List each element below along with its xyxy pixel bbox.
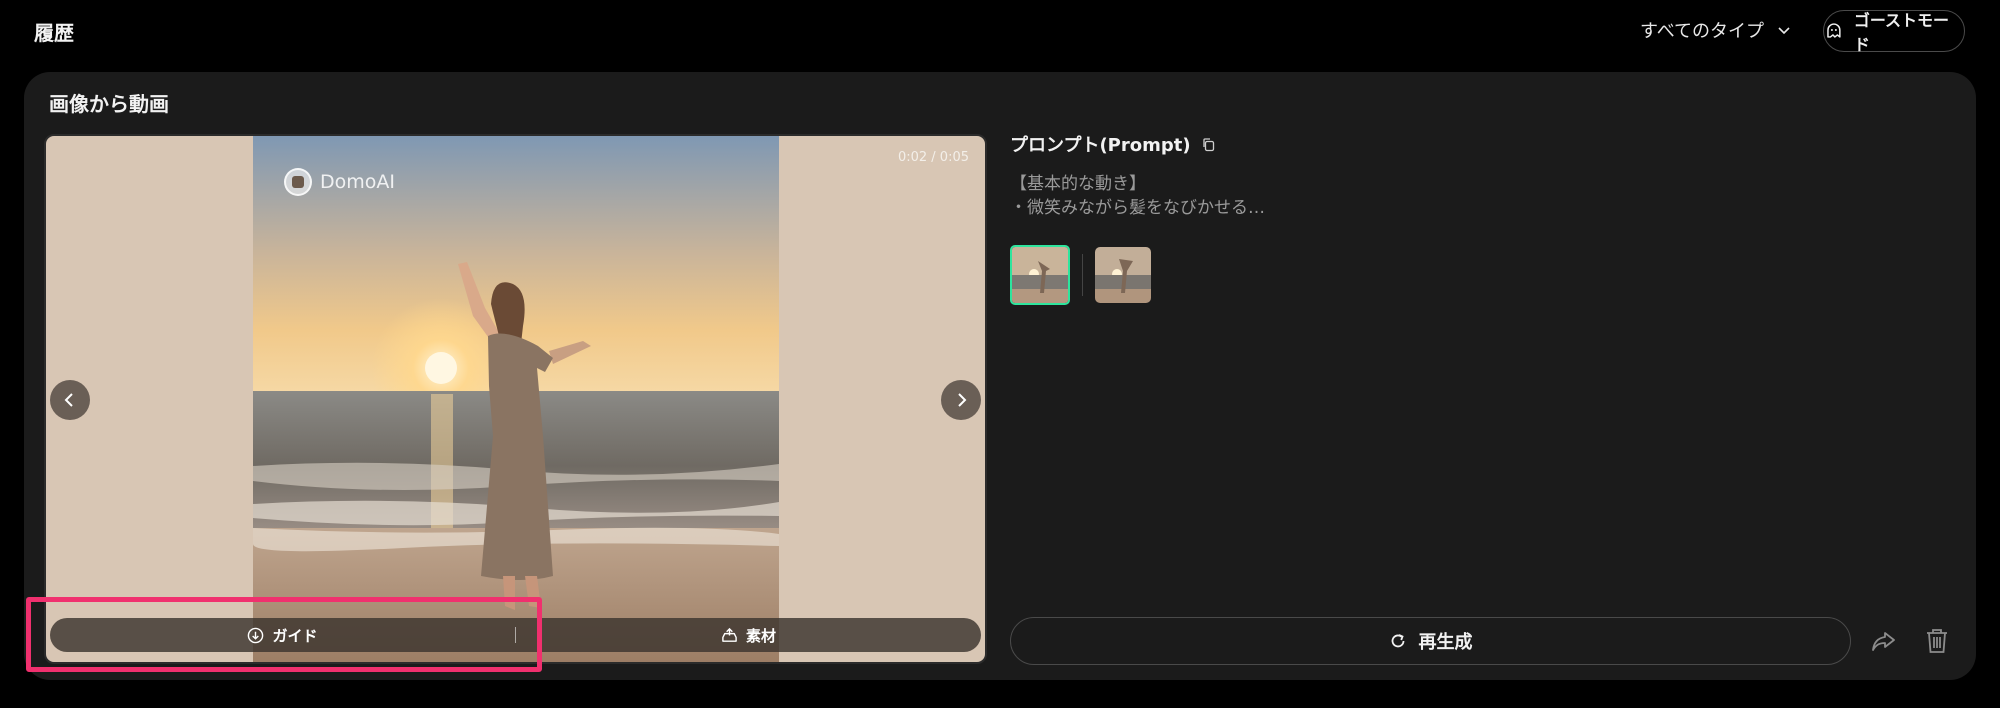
domoai-watermark: DomoAI bbox=[284, 168, 395, 196]
tray-upload-icon bbox=[722, 627, 737, 642]
chevron-right-icon bbox=[958, 393, 967, 407]
prompt-line-2: ・微笑みながら髪をなびかせる… bbox=[1010, 198, 1265, 218]
trash-icon[interactable] bbox=[1924, 627, 1950, 655]
video-timecode: 0:02 / 0:05 bbox=[897, 150, 969, 165]
thumbnail-source[interactable] bbox=[1095, 247, 1151, 303]
prompt-text: 【基本的な動き】・微笑みながら髪をなびかせる… bbox=[1010, 172, 1265, 220]
thumbnail-divider bbox=[1082, 254, 1083, 296]
beach-video-image bbox=[253, 136, 779, 662]
thumbnail-selected[interactable] bbox=[1010, 245, 1070, 305]
guide-button[interactable]: ガイド bbox=[50, 618, 515, 652]
domoai-logo-icon bbox=[284, 168, 312, 196]
previous-button[interactable] bbox=[50, 380, 90, 420]
chevron-left-icon bbox=[64, 393, 73, 407]
beach-thumbnail-image bbox=[1095, 247, 1151, 303]
card-title: 画像から動画 bbox=[49, 92, 169, 116]
history-card: 画像から動画 DomoAI 0:02 / 0:05 ガイド 素材 プロンプト(P… bbox=[24, 72, 1976, 680]
chevron-down-icon bbox=[1778, 27, 1790, 35]
type-filter-dropdown[interactable]: すべてのタイプ bbox=[1640, 14, 1792, 46]
copy-icon[interactable] bbox=[1201, 137, 1216, 152]
prompt-label: プロンプト(Prompt) bbox=[1010, 135, 1191, 156]
ghost-icon bbox=[1827, 23, 1841, 38]
next-button[interactable] bbox=[941, 380, 981, 420]
player-action-bar: ガイド 素材 bbox=[50, 618, 981, 652]
download-circle-icon bbox=[248, 627, 264, 643]
share-icon[interactable] bbox=[1870, 627, 1898, 655]
type-filter-label: すべてのタイプ bbox=[1640, 21, 1765, 42]
watermark-text: DomoAI bbox=[320, 171, 395, 193]
ghost-mode-label: ゴーストモード bbox=[1853, 11, 1950, 54]
beach-thumbnail-image bbox=[1012, 247, 1068, 303]
regenerate-label: 再生成 bbox=[1418, 632, 1473, 653]
material-label: 素材 bbox=[745, 626, 776, 645]
top-bar: 履歴 すべてのタイプ ゴーストモード bbox=[0, 0, 2000, 68]
page-title: 履歴 bbox=[34, 21, 74, 45]
guide-label: ガイド bbox=[272, 626, 318, 645]
ghost-mode-button[interactable]: ゴーストモード bbox=[1823, 10, 1965, 54]
refresh-icon bbox=[1391, 634, 1404, 648]
result-thumbnails bbox=[1010, 245, 1151, 305]
regenerate-button[interactable]: 再生成 bbox=[1010, 617, 1851, 665]
prompt-header: プロンプト(Prompt) bbox=[1010, 131, 1216, 157]
video-player[interactable]: DomoAI 0:02 / 0:05 ガイド 素材 bbox=[44, 134, 987, 664]
material-button[interactable]: 素材 bbox=[516, 618, 981, 652]
prompt-line-1: 【基本的な動き】 bbox=[1010, 174, 1146, 194]
video-frame[interactable]: DomoAI bbox=[253, 136, 779, 662]
